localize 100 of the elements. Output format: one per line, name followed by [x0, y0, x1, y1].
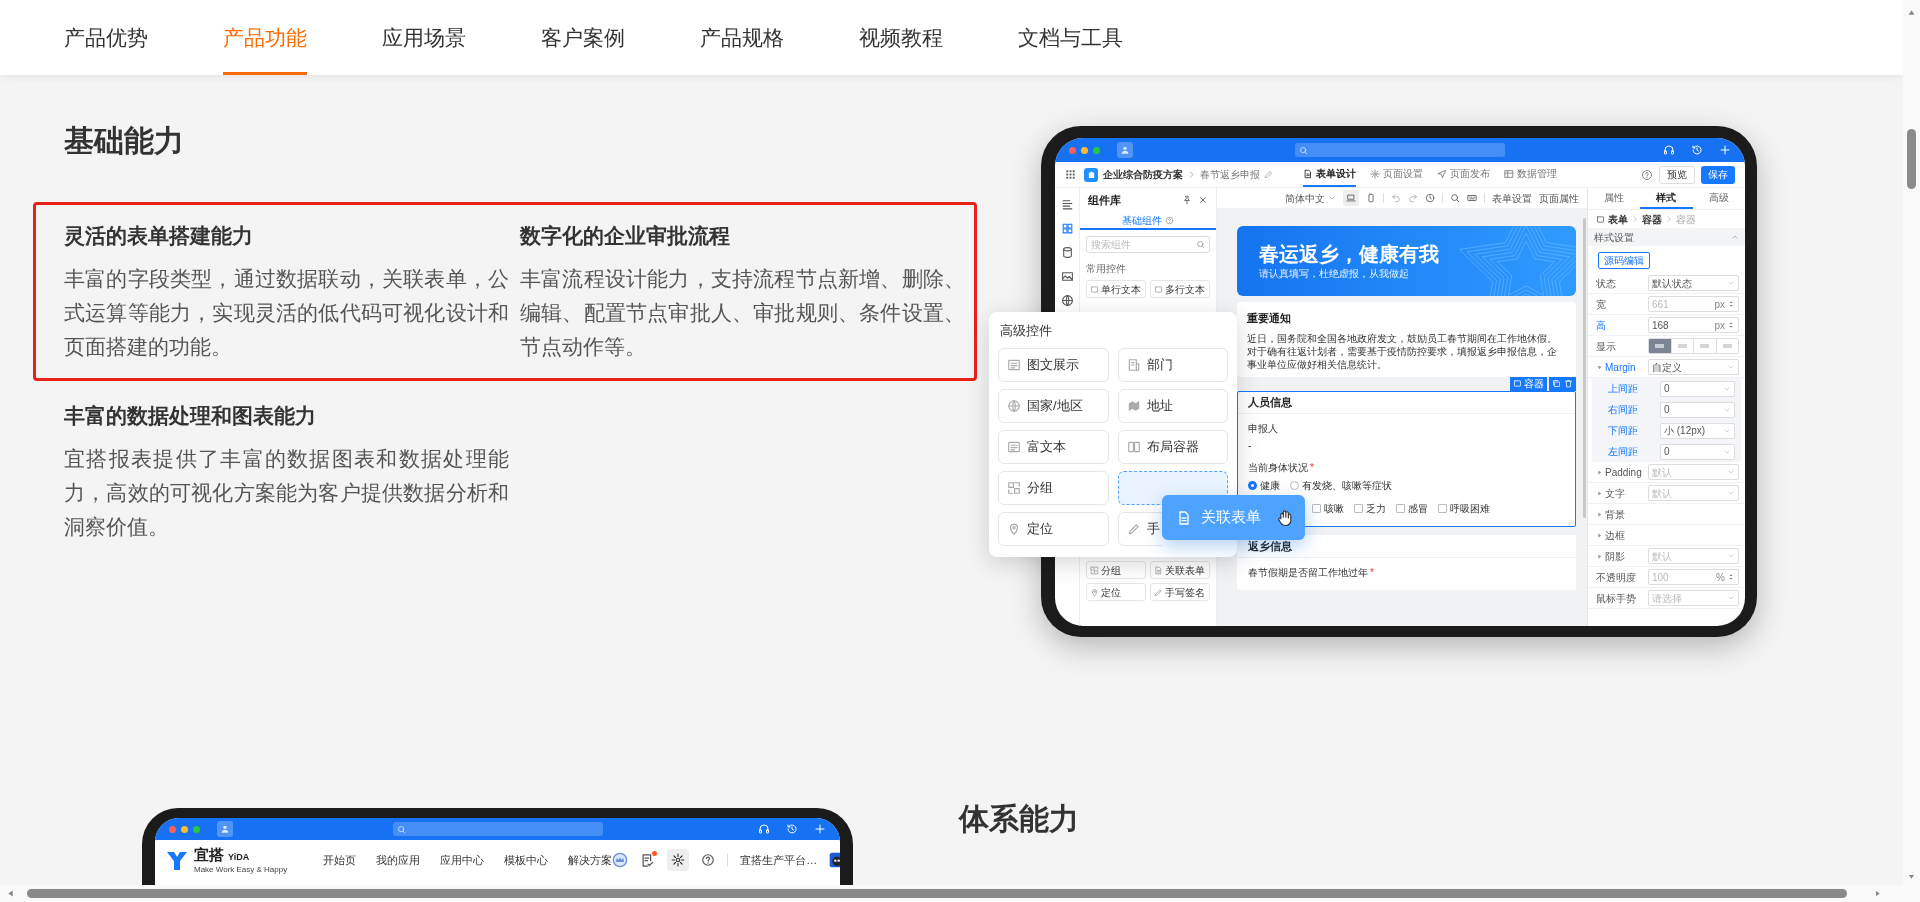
panel-tab[interactable]: 基础组件 [1080, 212, 1216, 230]
language-dropdown[interactable]: 简体中文 [1285, 190, 1336, 206]
scroll-up-arrow-icon[interactable] [1907, 8, 1916, 17]
component-grid-icon[interactable] [1060, 222, 1074, 235]
stepper-icon[interactable] [1727, 300, 1735, 308]
caret-icon[interactable] [1596, 531, 1603, 539]
nav-tab[interactable]: 文档与工具 [1018, 0, 1123, 75]
number-field[interactable]: 100 % [1648, 569, 1739, 585]
component-item[interactable]: 手写签名 [1150, 583, 1210, 601]
toolbar-link[interactable]: 表单设置 [1492, 190, 1532, 206]
panel-tab[interactable]: 属性 [1588, 188, 1641, 209]
history-icon[interactable] [1425, 193, 1435, 203]
database-icon[interactable] [1060, 246, 1074, 259]
menu-item[interactable]: 解决方案 [568, 851, 613, 869]
widget-item[interactable]: 地址 [1117, 389, 1228, 423]
caret-icon[interactable] [1596, 363, 1603, 371]
toolbar-link[interactable]: 页面属性 [1539, 190, 1579, 206]
number-field[interactable]: 661 px [1648, 296, 1739, 312]
plus-icon[interactable] [1719, 144, 1731, 156]
search-icon[interactable] [1450, 193, 1460, 203]
search-field[interactable] [1295, 143, 1505, 157]
select-field[interactable]: 小 (12px) [1660, 422, 1735, 439]
edit-icon[interactable] [1264, 170, 1273, 179]
collapse-icon[interactable] [1731, 233, 1739, 241]
delete-icon[interactable] [1564, 379, 1573, 388]
page-tab[interactable]: 数据管理 [1504, 162, 1557, 187]
nav-tab[interactable]: 视频教程 [859, 0, 943, 75]
scroll-down-arrow-icon[interactable] [1907, 872, 1916, 881]
widget-item[interactable]: 国家/地区 [998, 389, 1109, 423]
pin-icon[interactable] [1182, 195, 1192, 205]
select-field[interactable]: 默认状态 [1648, 275, 1739, 291]
search-field[interactable] [392, 822, 603, 836]
select-field[interactable]: 0 [1660, 380, 1735, 397]
crown-badge-icon[interactable] [612, 852, 629, 868]
apps-icon[interactable] [1065, 169, 1076, 180]
image-icon[interactable] [1060, 270, 1074, 283]
nav-tab[interactable]: 应用场景 [382, 0, 466, 75]
nav-tab[interactable]: 产品规格 [700, 0, 784, 75]
menu-item[interactable]: 我的应用 [376, 851, 421, 869]
account-name[interactable]: 宜搭生产平台… [740, 851, 818, 869]
scroll-right-arrow-icon[interactable] [1873, 889, 1882, 898]
select-field[interactable]: 0 [1660, 401, 1735, 418]
save-button[interactable]: 保存 [1701, 165, 1735, 184]
plus-icon[interactable] [814, 823, 826, 835]
checkbox[interactable] [1354, 503, 1363, 513]
widget-item[interactable]: 手 [1117, 512, 1162, 546]
help-icon[interactable] [1641, 168, 1653, 181]
headset-icon[interactable] [758, 823, 770, 835]
widget-item[interactable]: 定位 [998, 512, 1109, 546]
menu-item[interactable]: 模板中心 [504, 851, 549, 869]
keyboard-icon[interactable] [1467, 193, 1477, 203]
checkbox[interactable] [1312, 503, 1321, 513]
page-tab[interactable]: 页面设置 [1370, 162, 1423, 187]
nav-tab[interactable]: 产品优势 [64, 0, 148, 75]
component-item[interactable]: 定位 [1086, 583, 1146, 601]
checkbox[interactable] [1396, 503, 1405, 513]
radio-button[interactable] [1290, 480, 1299, 490]
headset-icon[interactable] [1663, 144, 1675, 156]
user-avatar-icon[interactable] [217, 821, 233, 837]
select-field[interactable]: 自定义 [1648, 359, 1739, 375]
page-tab[interactable]: 页面发布 [1437, 162, 1490, 187]
number-field[interactable]: 168 px [1648, 317, 1739, 333]
display-mode-option[interactable] [1649, 339, 1671, 353]
menu-item[interactable]: 应用中心 [440, 851, 485, 869]
caret-icon[interactable] [1596, 510, 1603, 518]
radio-button[interactable] [1248, 480, 1257, 490]
breadcrumb-link[interactable]: 企业综合防疫方案 [1103, 167, 1183, 182]
caret-icon[interactable] [1596, 468, 1603, 476]
widget-item[interactable]: 布局容器 [1117, 430, 1228, 464]
breadcrumb-link[interactable]: 容器 [1642, 211, 1662, 227]
checkbox[interactable] [1438, 503, 1447, 513]
panel-tab[interactable]: 样式 [1640, 188, 1693, 209]
panel-tab[interactable]: 高级 [1692, 188, 1745, 209]
redo-icon[interactable] [1408, 193, 1418, 203]
user-avatar-icon[interactable] [1117, 142, 1133, 158]
undo-icon[interactable] [1391, 193, 1401, 203]
component-item[interactable]: 关联表单 [1150, 561, 1210, 579]
phone-icon[interactable] [1366, 193, 1376, 203]
widget-item[interactable]: 富文本 [998, 430, 1109, 464]
component-item[interactable]: 多行文本 [1150, 280, 1210, 298]
scrollbar-thumb[interactable] [1907, 129, 1916, 189]
component-item[interactable]: 单行文本 [1086, 280, 1146, 298]
close-icon[interactable] [1198, 195, 1208, 205]
widget-item[interactable]: 图文展示 [998, 348, 1109, 382]
select-field[interactable]: 0 [1660, 443, 1735, 460]
scrollbar-thumb[interactable] [27, 889, 1847, 898]
scroll-left-arrow-icon[interactable] [6, 889, 15, 898]
caret-icon[interactable] [1596, 552, 1603, 560]
copy-icon[interactable] [1552, 379, 1561, 388]
globe-icon[interactable] [1060, 294, 1074, 307]
source-code-button[interactable]: 源码编辑 [1598, 252, 1650, 269]
widget-item[interactable]: 分组 [998, 471, 1109, 505]
menu-item[interactable]: 开始页 [323, 851, 357, 869]
widget-item[interactable]: 部门 [1117, 348, 1228, 382]
preview-button[interactable]: 预览 [1659, 165, 1695, 184]
task-list-icon[interactable] [640, 852, 656, 868]
caret-icon[interactable] [1596, 489, 1603, 497]
desktop-view-button[interactable] [1343, 190, 1359, 206]
stepper-icon[interactable] [1727, 573, 1735, 581]
outline-icon[interactable] [1060, 198, 1074, 211]
